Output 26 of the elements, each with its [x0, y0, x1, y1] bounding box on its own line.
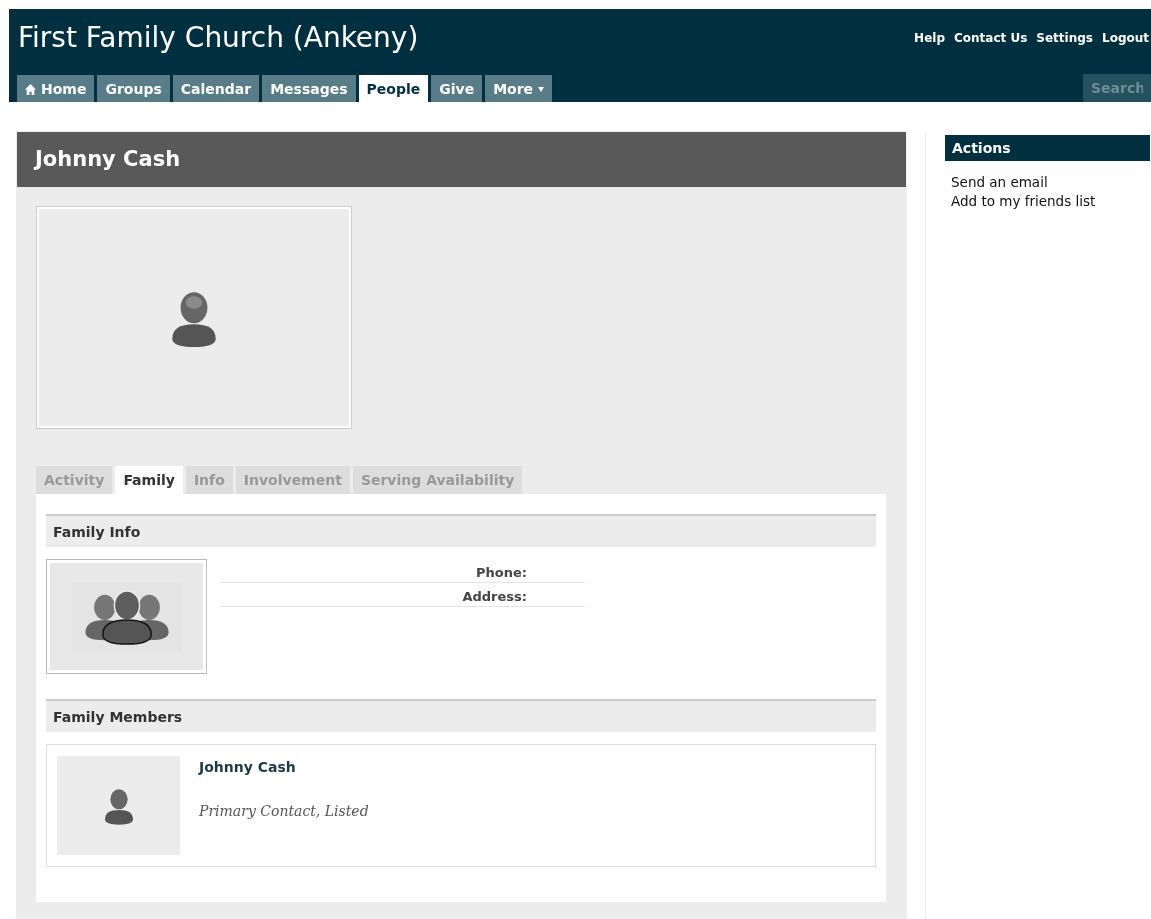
- action-link[interactable]: Send an email: [951, 173, 1144, 192]
- field-label: Phone:: [476, 565, 527, 580]
- header-link[interactable]: Contact Us: [954, 30, 1028, 45]
- profile-tab[interactable]: Family: [115, 466, 183, 494]
- field-label: Address:: [462, 589, 527, 604]
- actions-heading: Actions: [945, 135, 1150, 161]
- group-icon: [82, 587, 171, 646]
- nav-tab[interactable]: More: [485, 75, 553, 102]
- section-heading: Family Info: [46, 514, 876, 547]
- site-title: First Family Church (Ankeny): [18, 21, 419, 54]
- profile-name: Johnny Cash: [17, 132, 906, 187]
- header-link[interactable]: Settings: [1036, 30, 1093, 45]
- nav-tab[interactable]: Home: [17, 75, 95, 102]
- nav-tab[interactable]: Groups: [97, 75, 170, 102]
- nav-tab[interactable]: People: [358, 75, 429, 102]
- member-name[interactable]: Johnny Cash: [199, 759, 369, 775]
- nav-tab[interactable]: Messages: [262, 75, 356, 102]
- section-heading: Family Members: [46, 699, 876, 732]
- nav-tab[interactable]: Calendar: [172, 75, 260, 102]
- member-role: Primary Contact, Listed: [199, 803, 369, 819]
- caret-icon: [538, 86, 545, 92]
- nav-tab[interactable]: Give: [431, 75, 483, 102]
- action-link[interactable]: Add to my friends list: [951, 192, 1144, 211]
- home-icon: [25, 83, 36, 95]
- header-link[interactable]: Help: [914, 30, 945, 45]
- header-link[interactable]: Logout: [1102, 30, 1149, 45]
